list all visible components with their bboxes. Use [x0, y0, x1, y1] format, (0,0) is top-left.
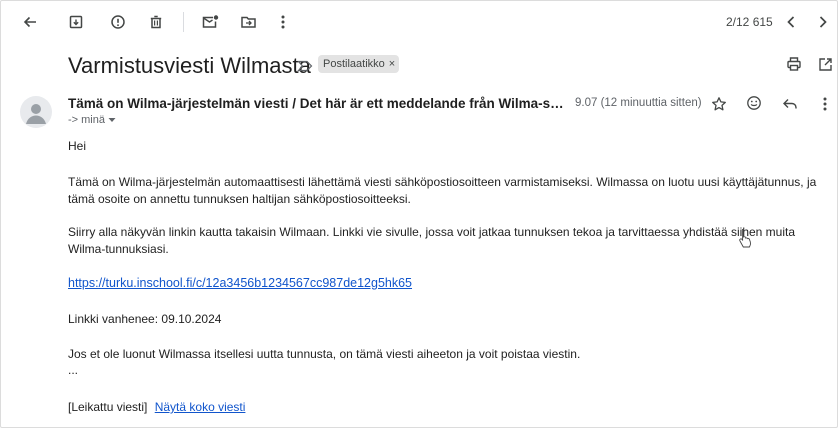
open-in-new-icon[interactable] — [815, 54, 835, 74]
caret-down-icon[interactable] — [108, 114, 116, 126]
page-title: Varmistusviesti Wilmasta — [68, 53, 311, 78]
cursor-icon — [738, 228, 752, 253]
body-paragraph-3: Jos et ole luonut Wilmassa itsellesi uut… — [68, 347, 581, 361]
message-toolbar: 2/12 615 — [0, 0, 838, 46]
link-expiry: Linkki vanhenee: 09.10.2024 — [68, 312, 222, 326]
report-spam-icon[interactable] — [107, 11, 129, 33]
greeting: Hei — [68, 139, 87, 153]
importance-marker-icon[interactable] — [297, 59, 313, 77]
archive-icon[interactable] — [65, 11, 87, 33]
sender-name: Tämä on Wilma-järjestelmän viesti / Det … — [68, 96, 564, 111]
more-vert-icon[interactable] — [818, 94, 832, 114]
ellipsis-text: ... — [68, 363, 79, 377]
avatar[interactable] — [20, 96, 52, 128]
label-text: Postilaatikko — [323, 58, 385, 70]
message-counter: 2/12 615 — [726, 15, 773, 29]
body-paragraph-1: Tämä on Wilma-järjestelmän automaattises… — [68, 175, 817, 206]
recipient-text: -> minä — [68, 114, 105, 126]
verification-link-line: https://turku.inschool.fi/c/12a3456b1234… — [68, 275, 818, 292]
emoji-icon[interactable] — [744, 93, 764, 113]
toolbar-divider — [183, 12, 184, 32]
more-vert-icon[interactable] — [275, 11, 291, 33]
show-full-message-link[interactable]: Näytä koko viesti — [155, 400, 246, 414]
print-icon[interactable] — [784, 54, 804, 74]
chevron-right-icon[interactable] — [813, 11, 833, 33]
trash-icon[interactable] — [145, 11, 167, 33]
move-to-icon[interactable] — [237, 11, 259, 33]
label-remove-icon[interactable]: × — [389, 58, 395, 70]
body-paragraph-2: Siirry alla näkyvän linkin kautta takais… — [68, 225, 796, 256]
star-icon[interactable] — [709, 94, 729, 114]
label-chip[interactable]: Postilaatikko × — [318, 55, 400, 73]
recipient-line[interactable]: -> minä — [68, 114, 116, 126]
message-time: 9.07 (12 minuuttia sitten) — [575, 97, 702, 109]
mark-unread-icon[interactable] — [199, 11, 221, 33]
reply-icon[interactable] — [780, 94, 800, 114]
chevron-left-icon[interactable] — [781, 11, 801, 33]
verification-link[interactable]: https://turku.inschool.fi/c/12a3456b1234… — [68, 276, 412, 290]
arrow-left-icon[interactable] — [19, 11, 41, 33]
clipped-label: [Leikattu viesti] — [68, 400, 148, 414]
clipped-message-line: [Leikattu viesti] Näytä koko viesti — [68, 399, 818, 416]
